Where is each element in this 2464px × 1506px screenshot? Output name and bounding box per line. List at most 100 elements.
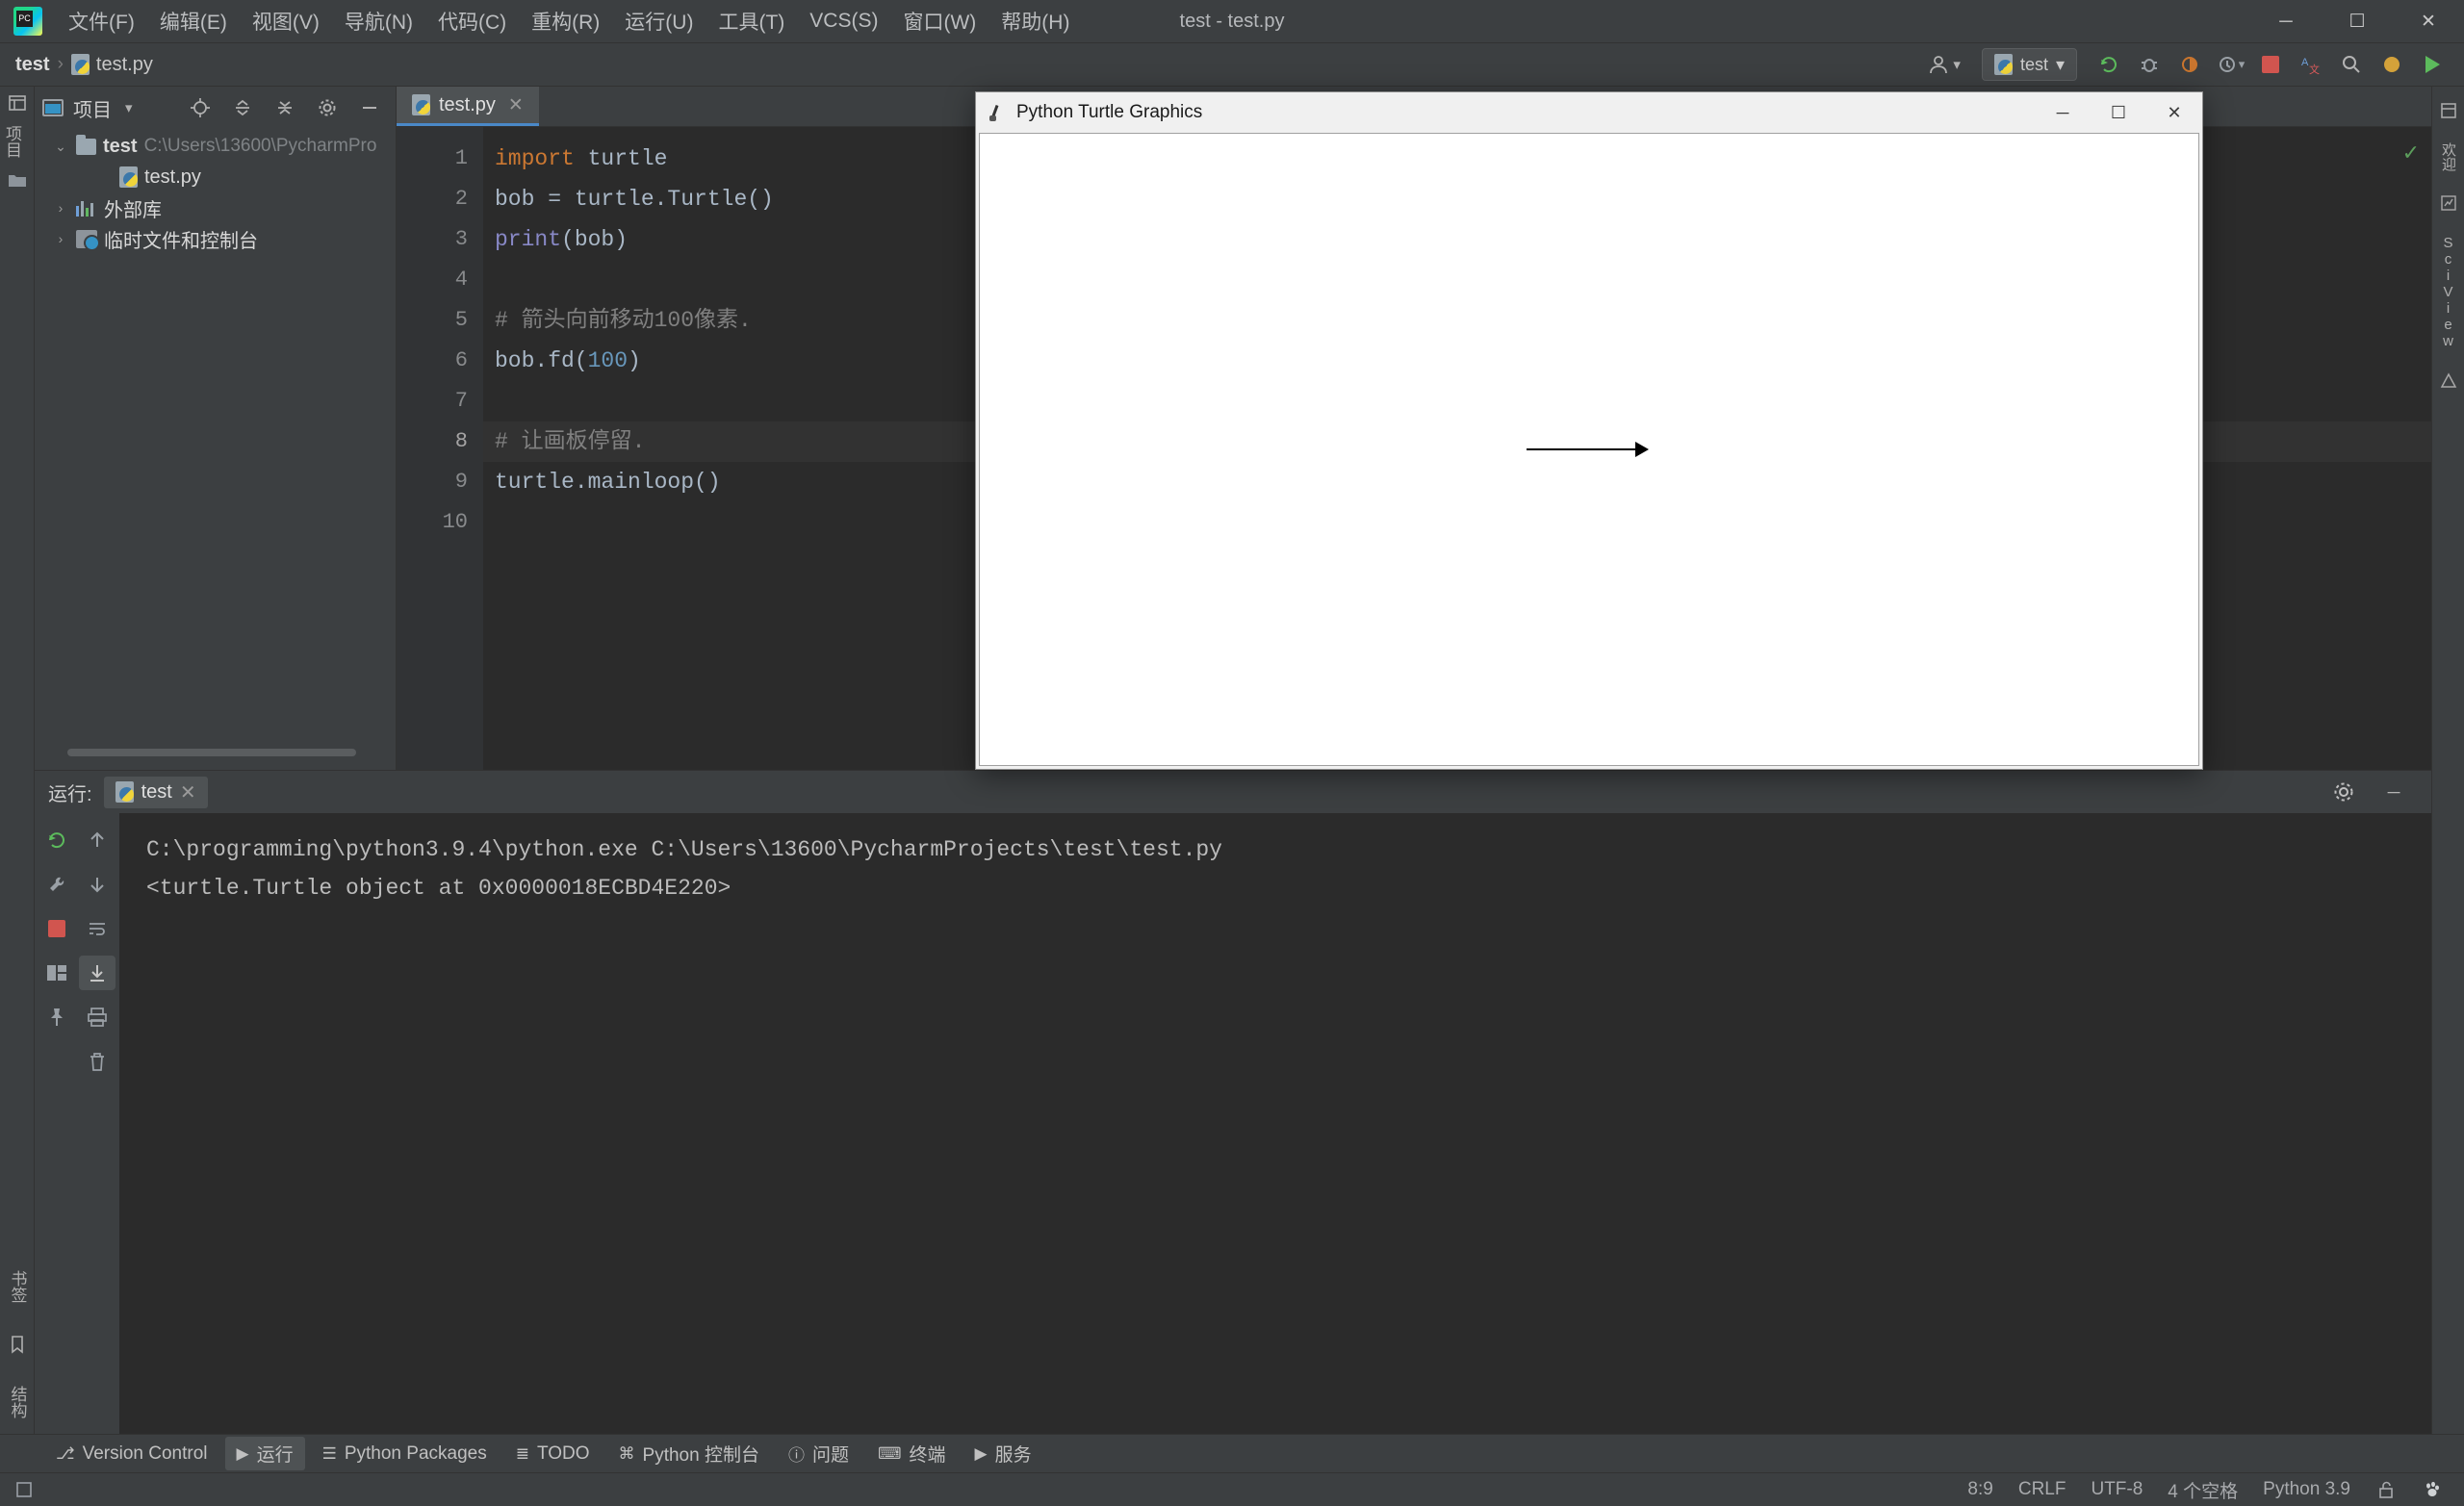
- rerun-icon[interactable]: [2091, 47, 2127, 82]
- soft-wrap-icon[interactable]: [79, 911, 116, 946]
- bottom-tab-python-console[interactable]: ⌘ Python 控制台: [607, 1437, 771, 1470]
- paw-icon[interactable]: [2422, 1479, 2443, 1500]
- alert-icon[interactable]: [2431, 365, 2464, 397]
- menu-file[interactable]: 文件(F): [56, 1, 147, 41]
- run-tool-header: 运行: test ✕ ─: [35, 771, 2431, 813]
- chevron-right-icon[interactable]: ›: [52, 231, 69, 246]
- project-horizontal-scrollbar[interactable]: [67, 749, 356, 756]
- scroll-to-end-icon[interactable]: [79, 956, 116, 990]
- rerun-icon[interactable]: [38, 823, 75, 857]
- turtle-graphics-window[interactable]: Python Turtle Graphics ─ ☐ ✕: [975, 91, 2203, 770]
- notifications-icon[interactable]: [2431, 94, 2464, 127]
- scroll-down-icon[interactable]: [79, 867, 116, 902]
- scroll-up-icon[interactable]: [79, 823, 116, 857]
- chevron-right-icon[interactable]: ›: [52, 200, 69, 216]
- hide-run-window-icon[interactable]: ─: [2375, 775, 2412, 809]
- python-interpreter[interactable]: Python 3.9: [2263, 1479, 2350, 1500]
- maximize-button[interactable]: ☐: [2322, 0, 2393, 43]
- print-icon[interactable]: [79, 1000, 116, 1034]
- breadcrumb-file[interactable]: test.py: [70, 54, 153, 76]
- stop-icon[interactable]: [2252, 47, 2289, 82]
- debug-icon[interactable]: [2131, 47, 2168, 82]
- sciview-icon[interactable]: [2431, 187, 2464, 219]
- caret-position[interactable]: 8:9: [1967, 1479, 1992, 1500]
- menu-tools[interactable]: 工具(T): [706, 1, 797, 41]
- indent-setting[interactable]: 4 个空格: [2168, 1477, 2238, 1503]
- locate-file-icon[interactable]: [182, 90, 218, 125]
- menu-window[interactable]: 窗口(W): [890, 1, 988, 41]
- project-tool-label[interactable]: 项目: [0, 119, 24, 164]
- close-icon[interactable]: ✕: [508, 94, 524, 116]
- gear-icon[interactable]: [309, 90, 346, 125]
- file-encoding[interactable]: UTF-8: [2091, 1479, 2143, 1500]
- folder-tool-icon[interactable]: [0, 164, 35, 196]
- pin-icon[interactable]: [38, 1000, 75, 1034]
- turtle-maximize-button[interactable]: ☐: [2091, 92, 2146, 133]
- status-left-icon[interactable]: [13, 1479, 35, 1500]
- bottom-tab-run[interactable]: ▶ 运行: [224, 1437, 305, 1470]
- tree-row[interactable]: › 外部库: [35, 192, 396, 223]
- tab-test-py[interactable]: test.py ✕: [397, 87, 539, 126]
- menu-navigate[interactable]: 导航(N): [332, 1, 425, 41]
- sciview-label[interactable]: SciView: [2440, 229, 2456, 355]
- account-icon[interactable]: ▾: [1928, 54, 1961, 75]
- layout-icon[interactable]: [38, 956, 75, 990]
- bookmarks-tool-label[interactable]: 书签: [6, 1264, 30, 1309]
- console-output[interactable]: C:\programming\python3.9.4\python.exe C:…: [119, 813, 2431, 1444]
- lock-icon[interactable]: [2375, 1479, 2397, 1500]
- trash-icon[interactable]: [79, 1044, 116, 1079]
- menu-vcs[interactable]: VCS(S): [797, 4, 890, 38]
- expand-all-icon[interactable]: [224, 90, 261, 125]
- menu-view[interactable]: 视图(V): [240, 1, 332, 41]
- tree-row[interactable]: ⌄ test C:\Users\13600\PycharmPro: [35, 131, 396, 162]
- turtle-close-button[interactable]: ✕: [2146, 92, 2202, 133]
- bottom-tab-version-control[interactable]: ⎇ Version Control: [44, 1440, 219, 1468]
- translate-icon[interactable]: A文: [2293, 47, 2329, 82]
- tree-node-path: C:\Users\13600\PycharmPro: [143, 136, 377, 156]
- profile-icon[interactable]: ▾: [2212, 47, 2248, 82]
- search-icon[interactable]: [2333, 47, 2370, 82]
- run-side-col-right: [79, 823, 116, 1079]
- breadcrumb-project[interactable]: test: [15, 54, 50, 76]
- run-configuration-selector[interactable]: test ▾: [1981, 48, 2077, 81]
- gear-icon[interactable]: [2325, 775, 2362, 809]
- menu-run[interactable]: 运行(U): [612, 1, 706, 41]
- run-button[interactable]: [2414, 47, 2451, 82]
- chevron-down-icon[interactable]: ⌄: [52, 139, 69, 155]
- bookmark-icon[interactable]: [0, 1328, 35, 1361]
- bottom-tab-terminal[interactable]: ⌨ 终端: [866, 1437, 958, 1470]
- bottom-tab-label: 服务: [994, 1445, 1032, 1466]
- run-tab-test[interactable]: test ✕: [103, 776, 208, 808]
- problems-icon: ⓘ: [787, 1446, 805, 1465]
- wrench-icon[interactable]: [38, 867, 75, 902]
- menu-edit[interactable]: 编辑(E): [147, 1, 240, 41]
- structure-tool-label[interactable]: 结构: [6, 1380, 30, 1424]
- bottom-tab-python-packages[interactable]: ☰ Python Packages: [311, 1440, 499, 1468]
- turtle-canvas[interactable]: [979, 133, 2199, 766]
- close-button[interactable]: ✕: [2393, 0, 2464, 43]
- line-number: 10: [442, 510, 468, 534]
- project-tool-icon[interactable]: [0, 87, 35, 119]
- svg-text:文: 文: [2309, 63, 2320, 76]
- tree-row[interactable]: test.py: [35, 162, 396, 192]
- project-tree: ⌄ test C:\Users\13600\PycharmPro test.py…: [35, 129, 396, 254]
- coverage-icon[interactable]: [2171, 47, 2208, 82]
- hide-panel-icon[interactable]: [351, 90, 388, 125]
- line-separator[interactable]: CRLF: [2018, 1479, 2066, 1500]
- python-file-icon: [119, 166, 138, 188]
- close-icon[interactable]: ✕: [180, 780, 196, 804]
- collapse-all-icon[interactable]: [267, 90, 303, 125]
- turtle-minimize-button[interactable]: ─: [2035, 92, 2091, 133]
- bottom-tab-todo[interactable]: ≣ TODO: [504, 1440, 602, 1468]
- minimize-button[interactable]: ─: [2250, 0, 2322, 43]
- menu-help[interactable]: 帮助(H): [988, 1, 1082, 41]
- bottom-tab-services[interactable]: ▶ 服务: [963, 1437, 1043, 1470]
- bottom-tab-problems[interactable]: ⓘ 问题: [777, 1437, 860, 1470]
- menu-refactor[interactable]: 重构(R): [519, 1, 612, 41]
- notifications-label[interactable]: 欢迎: [2438, 137, 2458, 177]
- notification-icon[interactable]: [2374, 47, 2410, 82]
- stop-icon[interactable]: [38, 911, 75, 946]
- menu-code[interactable]: 代码(C): [425, 1, 519, 41]
- chevron-down-icon[interactable]: ▾: [125, 99, 133, 116]
- tree-row[interactable]: › 临时文件和控制台: [35, 223, 396, 254]
